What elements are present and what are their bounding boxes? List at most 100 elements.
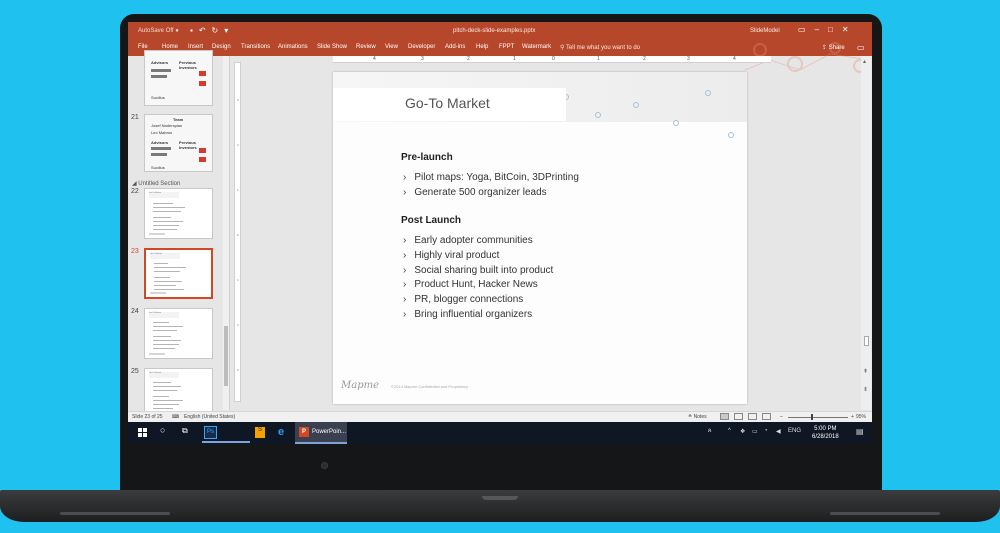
canvas-scrollbar-thumb[interactable] bbox=[864, 336, 869, 346]
comments-icon[interactable]: ▭ bbox=[857, 43, 865, 52]
thumb-logo-red bbox=[199, 148, 206, 153]
list-item: Social sharing built into product bbox=[403, 265, 553, 280]
powerpoint-taskbar-button[interactable]: P PowerPoin... bbox=[295, 422, 347, 444]
notes-icon: ≙ bbox=[688, 414, 693, 420]
network-icon[interactable]: ◔ bbox=[764, 428, 768, 434]
slide-number-23: 23 bbox=[131, 248, 139, 255]
action-center-icon[interactable]: ▤ bbox=[856, 427, 864, 436]
notes-button[interactable]: ≙ Notes bbox=[688, 414, 707, 420]
photoshop-active-indicator bbox=[202, 441, 250, 443]
scroll-up-icon[interactable]: ▴ bbox=[863, 58, 866, 65]
spellcheck-icon[interactable]: ⌨ bbox=[172, 414, 179, 420]
zoom-out-button[interactable]: – bbox=[780, 414, 783, 420]
dropbox-icon[interactable]: ❖ bbox=[740, 428, 745, 435]
scroll-down-double-icon[interactable]: ⇟ bbox=[863, 386, 868, 393]
thumb-investors-label: Previous Investors bbox=[179, 60, 197, 70]
task-view-icon[interactable]: ⧉ bbox=[182, 426, 188, 436]
prelaunch-list[interactable]: Pilot maps: Yoga, BitCoin, 3DPrinting Ge… bbox=[403, 172, 579, 202]
tab-transitions[interactable]: Transitions bbox=[241, 44, 270, 50]
zoom-in-button[interactable]: + bbox=[851, 414, 854, 420]
prelaunch-heading[interactable]: Pre-launch bbox=[401, 152, 453, 163]
decor-circle bbox=[595, 112, 601, 118]
confidential-notice: ©2014 Mapme Confidential and Proprietary bbox=[391, 384, 468, 389]
windows-start-icon[interactable] bbox=[138, 428, 147, 437]
edge-icon[interactable]: e bbox=[278, 426, 284, 438]
ime-language[interactable]: ENG bbox=[788, 428, 801, 434]
undo-icon: ↶ bbox=[198, 26, 212, 35]
thumb-footer-logo: Sucilius bbox=[151, 95, 165, 100]
tab-add-ins[interactable]: Add-ins bbox=[445, 44, 465, 50]
people-icon[interactable]: ጰ bbox=[708, 428, 712, 435]
laptop-base bbox=[0, 490, 1000, 522]
list-item: Product Hunt, Hacker News bbox=[403, 279, 553, 294]
clock-date: 6/28/2018 bbox=[812, 434, 839, 440]
reading-view-button[interactable] bbox=[748, 413, 757, 420]
tab-developer[interactable]: Developer bbox=[408, 44, 435, 50]
decor-circle bbox=[728, 132, 734, 138]
volume-icon[interactable]: ◀ bbox=[776, 428, 781, 435]
normal-view-button[interactable] bbox=[720, 413, 729, 420]
slide-thumbnail-20[interactable]: Advisors Previous Investors Sucilius bbox=[144, 50, 213, 106]
share-icon: ⇪ bbox=[822, 45, 828, 51]
tab-view[interactable]: View bbox=[385, 44, 398, 50]
sublime-icon[interactable]: S bbox=[255, 427, 265, 438]
tell-me-search[interactable]: ⚲ Tell me what you want to do bbox=[560, 44, 640, 51]
ruler-tick: 1 bbox=[597, 56, 600, 62]
system-clock[interactable]: 5:00 PM 6/28/2018 bbox=[812, 425, 839, 441]
ruler-tick: 0 bbox=[237, 233, 239, 237]
slide-counter: Slide 23 of 25 bbox=[132, 414, 163, 420]
language-status[interactable]: English (United States) bbox=[184, 414, 235, 420]
thumb-text-block bbox=[151, 147, 171, 150]
photoshop-icon[interactable]: Ps bbox=[204, 426, 217, 439]
thumbnail-scrollbar[interactable] bbox=[223, 56, 229, 410]
share-button[interactable]: ⇪ Share bbox=[822, 44, 845, 51]
tab-watermark[interactable]: Watermark bbox=[522, 44, 551, 50]
zoom-slider[interactable] bbox=[788, 417, 848, 418]
tab-design[interactable]: Design bbox=[212, 44, 231, 50]
list-item: Highly viral product bbox=[403, 250, 553, 265]
tab-help[interactable]: Help bbox=[476, 44, 488, 50]
cortana-icon[interactable]: ○ bbox=[160, 425, 165, 435]
window-controls[interactable]: ▭–□✕ bbox=[798, 25, 858, 34]
tab-animations[interactable]: Animations bbox=[278, 44, 308, 50]
tab-fppt[interactable]: FPPT bbox=[499, 44, 514, 50]
scroll-up-double-icon[interactable]: ⇞ bbox=[863, 368, 868, 375]
ribbon-tabs: File Home Insert Design Transitions Anim… bbox=[128, 40, 872, 73]
postlaunch-heading[interactable]: Post Launch bbox=[401, 215, 461, 226]
slideshow-view-button[interactable] bbox=[762, 413, 771, 420]
ruler-tick: 4 bbox=[373, 56, 376, 62]
zoom-slider-knob[interactable] bbox=[811, 414, 813, 420]
autosave-toggle[interactable]: AutoSave Off ● bbox=[138, 28, 179, 34]
thumb-advisors-label: Advisors bbox=[151, 60, 169, 65]
thumb-team-label: Team bbox=[173, 117, 184, 122]
slide-thumbnail-21[interactable]: Team Josef Naderspian Leo Mabros Advisor… bbox=[144, 114, 213, 172]
slide-thumbnail-22[interactable]: Go-To Market bbox=[144, 188, 213, 239]
ruler-tick: 1 bbox=[237, 278, 239, 282]
slide-number-24: 24 bbox=[131, 308, 139, 315]
slide-thumbnail-23-selected[interactable]: Go-To Market bbox=[144, 248, 213, 299]
redo-icon: ↻ bbox=[211, 26, 225, 35]
clock-time: 5:00 PM bbox=[814, 426, 837, 432]
speaker-grill-left bbox=[60, 512, 170, 515]
maximize-icon: □ bbox=[828, 25, 842, 34]
slide-sorter-button[interactable] bbox=[734, 413, 743, 420]
quick-access-toolbar[interactable]: ▪↶↻▾ bbox=[190, 26, 234, 35]
list-item: Early adopter communities bbox=[403, 235, 553, 250]
tab-slide-show[interactable]: Slide Show bbox=[317, 44, 347, 50]
show-hidden-icons-icon[interactable]: ^ bbox=[728, 428, 731, 434]
section-header[interactable]: ◢ Untitled Section bbox=[132, 180, 180, 187]
ribbon-display-icon: ▭ bbox=[798, 25, 815, 34]
account-name[interactable]: SlideModel bbox=[750, 28, 780, 34]
ruler-tick: 0 bbox=[552, 56, 555, 62]
status-bar: Slide 23 of 25 ⌨ English (United States)… bbox=[128, 411, 872, 422]
thumbnail-scrollbar-thumb[interactable] bbox=[224, 326, 228, 386]
zoom-level[interactable]: 95% bbox=[856, 414, 866, 420]
slide-canvas[interactable]: Go-To Market Pre-launch Pilot maps: Yoga… bbox=[333, 72, 747, 404]
slide-title[interactable]: Go-To Market bbox=[405, 95, 490, 111]
power-icon[interactable]: ▭ bbox=[752, 428, 758, 435]
ruler-tick: 4 bbox=[733, 56, 736, 62]
tab-review[interactable]: Review bbox=[356, 44, 376, 50]
canvas-scrollbar[interactable]: ▴ ⇞ ⇟ bbox=[861, 56, 871, 410]
slide-thumbnail-24[interactable]: Go-To Market bbox=[144, 308, 213, 359]
postlaunch-list[interactable]: Early adopter communities Highly viral p… bbox=[403, 235, 553, 324]
